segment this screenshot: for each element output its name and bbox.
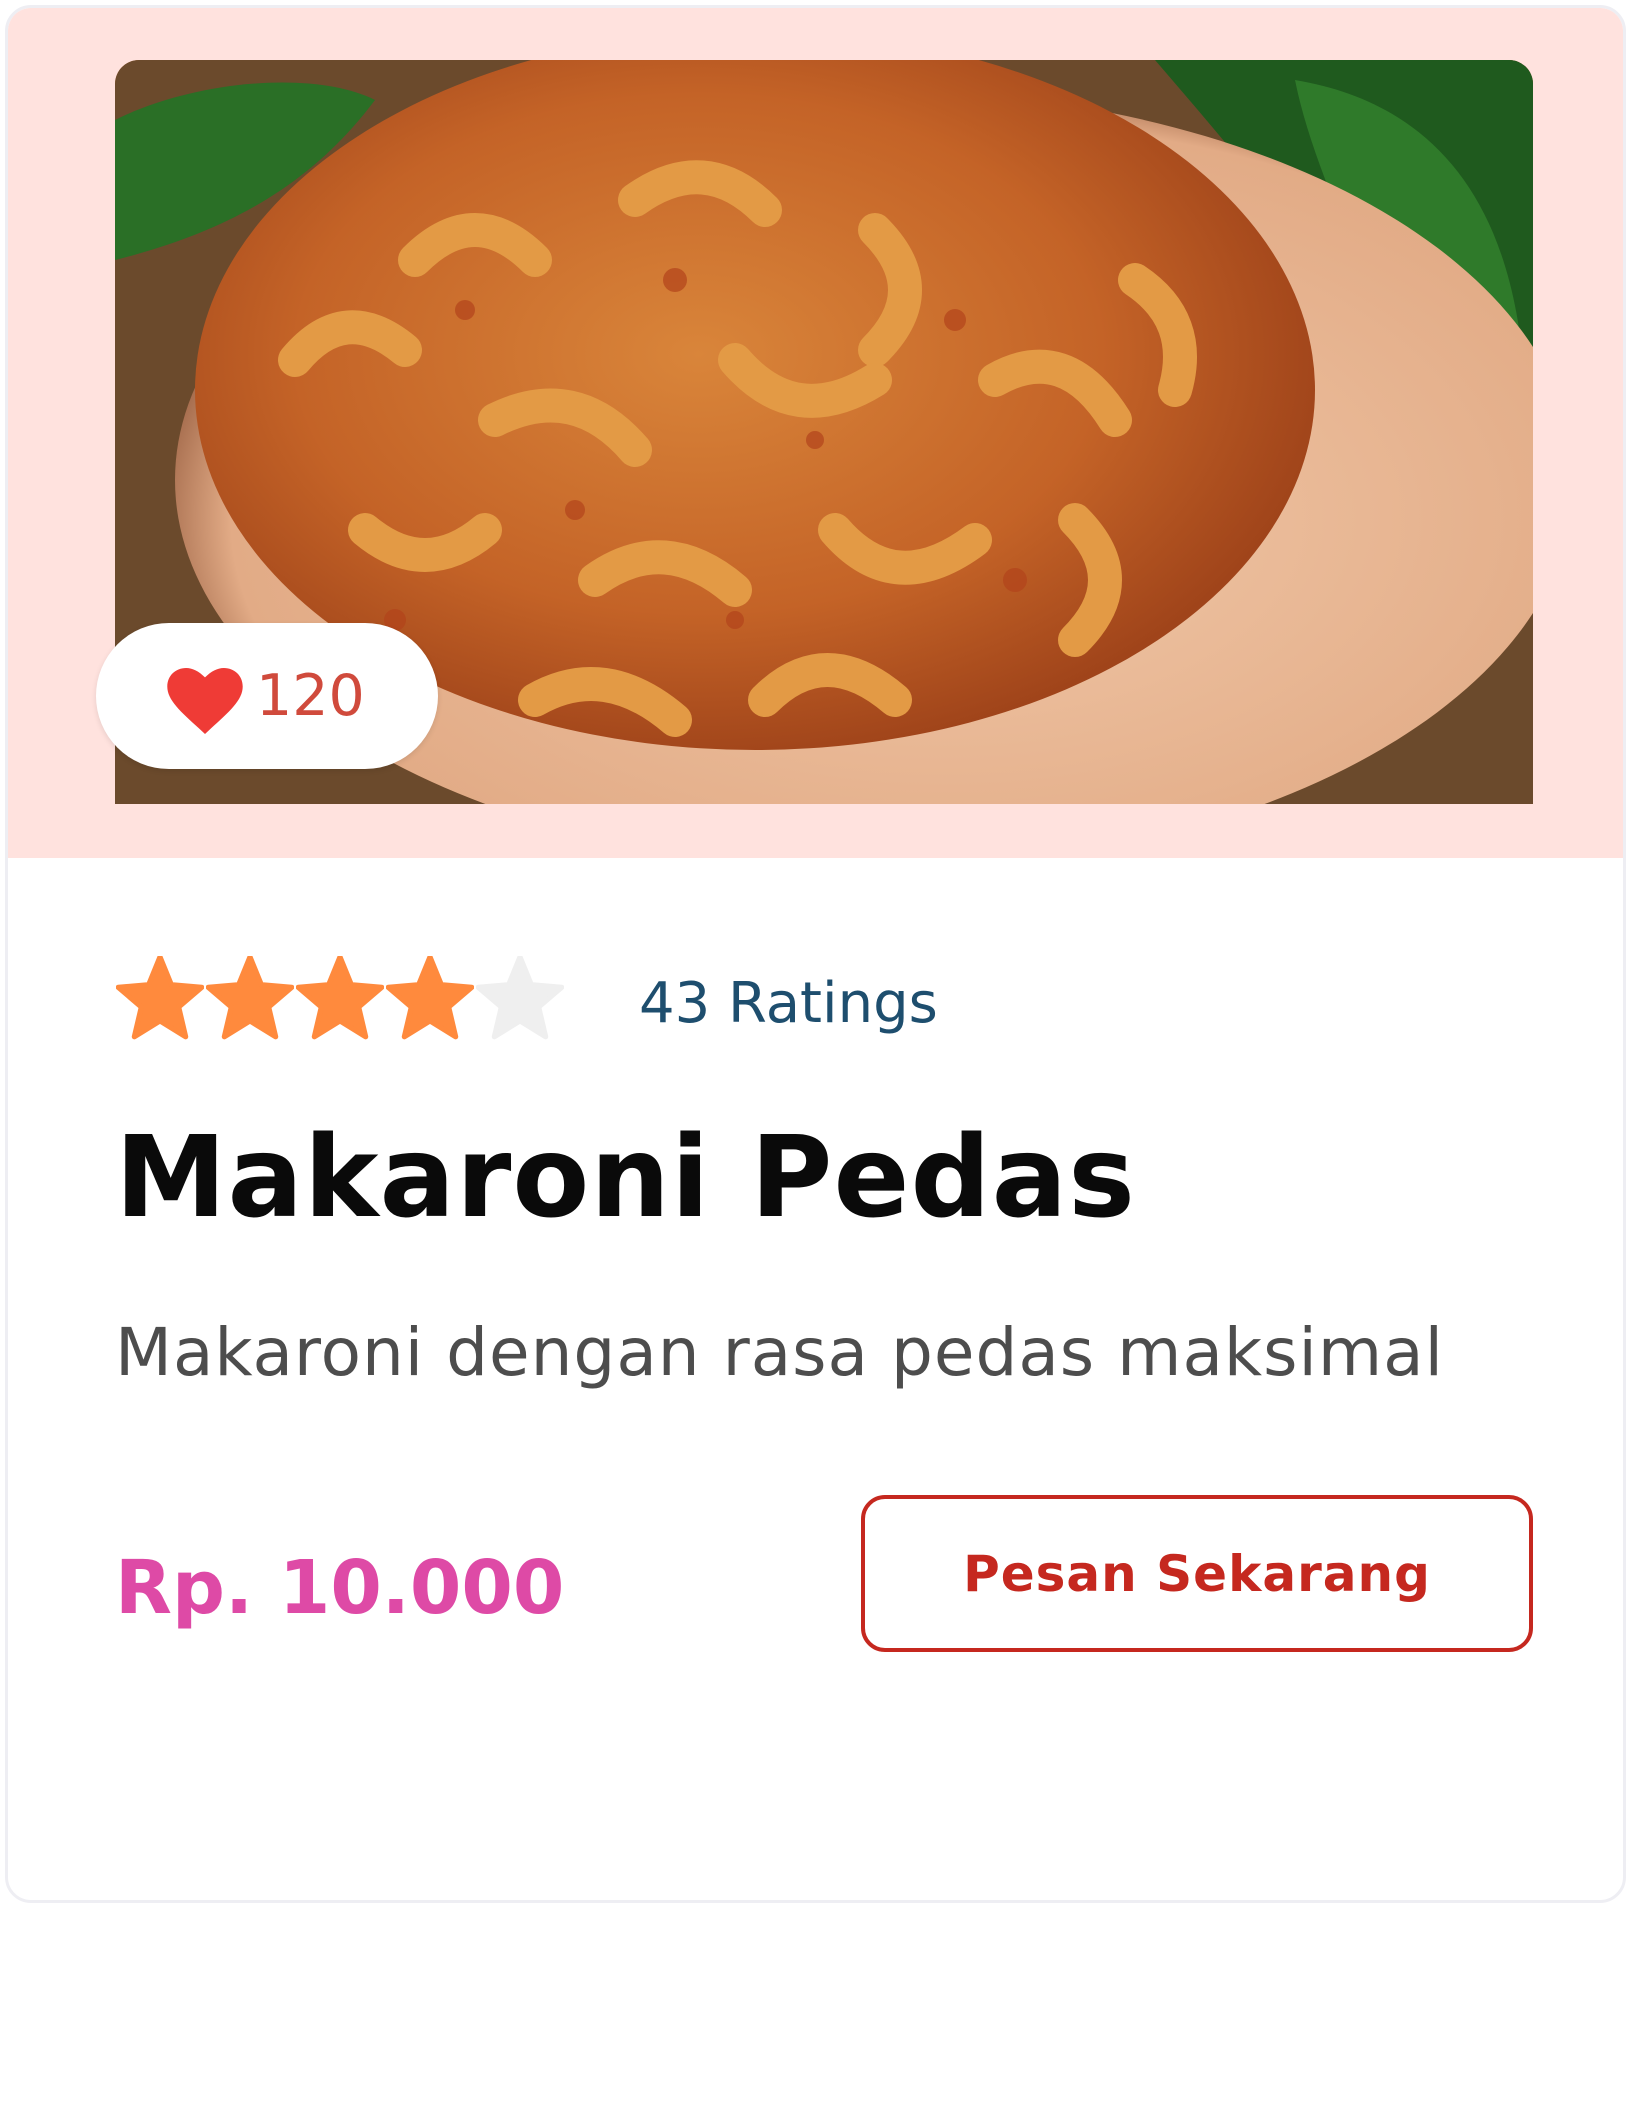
heart-icon (167, 668, 243, 734)
product-image-area: 120 (8, 8, 1623, 858)
product-price: Rp. 10.000 (115, 1545, 565, 1631)
star-filled-icon (386, 956, 474, 1040)
rating-row: 43 Ratings (116, 956, 1116, 1046)
star-filled-icon (206, 956, 294, 1040)
ratings-count: 43 Ratings (639, 971, 938, 1036)
like-count: 120 (256, 663, 365, 729)
like-badge[interactable]: 120 (96, 623, 438, 769)
star-filled-icon (296, 956, 384, 1040)
product-title: Makaroni Pedas (115, 1113, 1136, 1243)
star-empty-icon (476, 956, 564, 1040)
product-card: 120 43 Ratings Makaroni Pedas Makaroni d… (5, 5, 1626, 1903)
star-filled-icon (116, 956, 204, 1040)
product-description: Makaroni dengan rasa pedas maksimal (115, 1314, 1444, 1391)
order-now-button[interactable]: Pesan Sekarang (861, 1495, 1533, 1652)
